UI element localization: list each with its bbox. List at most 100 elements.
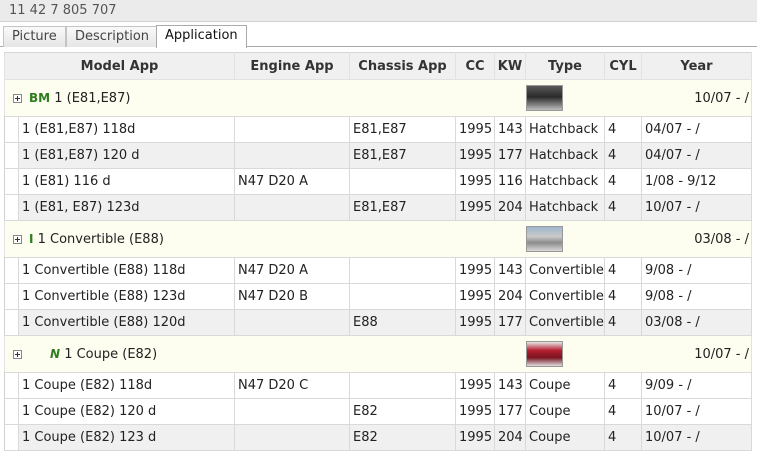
col-header-engine[interactable]: Engine App [234,52,350,80]
car-thumbnail[interactable] [525,226,563,252]
table-header-row: Model App Engine App Chassis App CC KW T… [4,52,752,80]
group-year: 10/07 - / [604,335,752,373]
cell-year: 10/07 - / [641,194,752,221]
cell-cyl: 4 [604,257,642,284]
cell-kw: 177 [494,309,526,336]
cell-cc: 1995 [455,398,495,425]
cell-cyl: 4 [604,309,642,336]
cell-kw: 204 [494,424,526,451]
cell-engine: N47 D20 A [234,168,350,195]
tab-description[interactable]: Description [66,26,159,47]
table-row[interactable]: 1 Coupe (E82) 120 d E82 1995 177 Coupe 4… [4,398,752,425]
group-name: 1 Coupe (E82) [64,346,158,362]
cell-year: 9/08 - / [641,283,752,310]
tab-application[interactable]: Application [156,25,247,48]
cell-engine: N47 D20 A [234,257,350,284]
cell-engine [234,398,350,425]
cell-type: Hatchback [525,194,605,221]
table-row[interactable]: 1 Coupe (E82) 118d N47 D20 C 1995 143 Co… [4,372,752,399]
cell-chassis [349,257,456,284]
car-thumbnail[interactable] [525,85,563,111]
brand-name: N [50,346,61,361]
cell-cc: 1995 [455,194,495,221]
cell-chassis: E82 [349,398,456,425]
group-name: 1 (E81,E87) [54,90,131,106]
cell-type: Coupe [525,398,605,425]
cell-model: 1 Convertible (E88) 118d [18,257,235,284]
cell-model: 1 (E81) 116 d [18,168,235,195]
cell-cyl: 4 [604,168,642,195]
col-header-chassis[interactable]: Chassis App [349,52,456,80]
plus-box-icon[interactable] [13,93,22,103]
application-table-container: Model App Engine App Chassis App CC KW T… [4,52,752,451]
cell-chassis [349,372,456,399]
table-row[interactable]: 1 Coupe (E82) 123 d E82 1995 204 Coupe 4… [4,424,752,451]
cell-kw: 143 [494,257,526,284]
cell-cc: 1995 [455,283,495,310]
cell-year: 9/08 - / [641,257,752,284]
cell-engine [234,309,350,336]
cell-type: Convertible [525,257,605,284]
cell-year: 9/09 - / [641,372,752,399]
cell-cc: 1995 [455,116,495,143]
cell-type: Hatchback [525,116,605,143]
cell-cc: 1995 [455,372,495,399]
cell-model: 1 Coupe (E82) 118d [18,372,235,399]
col-header-model[interactable]: Model App [4,52,235,80]
cell-model: 1 Convertible (E88) 120d [18,309,235,336]
brand-name: BM [29,90,51,105]
tab-bar: Picture Description Application [0,25,757,48]
cell-chassis: E81,E87 [349,116,456,143]
cell-cyl: 4 [604,283,642,310]
table-row[interactable]: 1 (E81, E87) 123d E81,E87 1995 204 Hatch… [4,194,752,221]
group-name: 1 Convertible (E88) [37,231,164,247]
col-header-cyl[interactable]: CYL [604,52,642,80]
car-thumbnail[interactable] [525,341,563,367]
table-row[interactable]: 1 (E81,E87) 120 d E81,E87 1995 177 Hatch… [4,142,752,169]
cell-engine [234,424,350,451]
plus-box-icon[interactable] [13,349,22,359]
cell-type: Coupe [525,424,605,451]
cell-type: Convertible [525,283,605,310]
plus-box-icon[interactable] [13,234,22,244]
cell-model: 1 Coupe (E82) 123 d [18,424,235,451]
cell-model: 1 (E81,E87) 118d [18,116,235,143]
col-header-cc[interactable]: CC [455,52,495,80]
cell-model: 1 Convertible (E88) 123d [18,283,235,310]
group-row[interactable]: BM 1 (E81,E87) 10/07 - / [4,79,752,117]
group-row[interactable]: I 1 Convertible (E88) 03/08 - / [4,220,752,258]
col-header-year[interactable]: Year [641,52,752,80]
col-header-kw[interactable]: KW [494,52,526,80]
cell-cyl: 4 [604,398,642,425]
cell-cc: 1995 [455,309,495,336]
table-row[interactable]: 1 Convertible (E88) 118d N47 D20 A 1995 … [4,257,752,284]
cell-model: 1 (E81,E87) 120 d [18,142,235,169]
cell-chassis: E81,E87 [349,194,456,221]
cell-engine [234,142,350,169]
application-table: Model App Engine App Chassis App CC KW T… [4,52,752,451]
cell-chassis [349,283,456,310]
table-row[interactable]: 1 Convertible (E88) 123d N47 D20 B 1995 … [4,283,752,310]
table-row[interactable]: 1 (E81) 116 d N47 D20 A 1995 116 Hatchba… [4,168,752,195]
cell-chassis: E88 [349,309,456,336]
group-year: 10/07 - / [604,79,752,117]
table-row[interactable]: 1 (E81,E87) 118d E81,E87 1995 143 Hatchb… [4,116,752,143]
cell-cc: 1995 [455,257,495,284]
table-row[interactable]: 1 Convertible (E88) 120d E88 1995 177 Co… [4,309,752,336]
cell-engine [234,116,350,143]
cell-cc: 1995 [455,168,495,195]
group-year: 03/08 - / [604,220,752,258]
cell-cc: 1995 [455,424,495,451]
group-row[interactable]: N 1 Coupe (E82) 10/07 - / [4,335,752,373]
cell-year: 10/07 - / [641,398,752,425]
cell-year: 1/08 - 9/12 [641,168,752,195]
cell-year: 04/07 - / [641,116,752,143]
cell-chassis [349,168,456,195]
cell-year: 03/08 - / [641,309,752,336]
col-header-type[interactable]: Type [525,52,605,80]
cell-year: 10/07 - / [641,424,752,451]
cell-chassis: E82 [349,424,456,451]
tab-picture[interactable]: Picture [3,26,66,47]
cell-kw: 177 [494,142,526,169]
cell-engine [234,194,350,221]
